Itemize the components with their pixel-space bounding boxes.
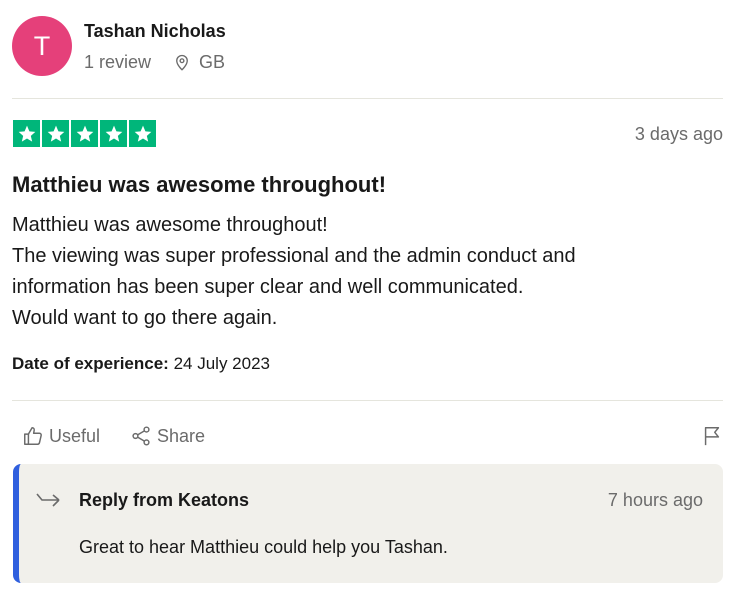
- share-label: Share: [157, 425, 206, 446]
- star-icon: [129, 120, 156, 147]
- reviewer-info: Tashan Nicholas 1 review GB: [84, 19, 226, 73]
- share-icon: [132, 426, 150, 446]
- reviewer-header: T Tashan Nicholas 1 review GB: [12, 16, 226, 76]
- report-button[interactable]: [701, 424, 723, 453]
- date-of-experience: Date of experience: 24 July 2023: [12, 354, 270, 374]
- divider: [12, 400, 723, 401]
- useful-button[interactable]: Useful: [22, 425, 100, 447]
- date-of-experience-value: 24 July 2023: [173, 354, 270, 373]
- thumbs-up-icon: [24, 427, 42, 445]
- reviewer-meta: 1 review GB: [84, 52, 226, 73]
- review-body-line: Would want to go there again.: [12, 307, 278, 329]
- reply-text: Great to hear Matthieu could help you Ta…: [79, 537, 448, 557]
- review-body-line: The viewing was super professional and t…: [12, 245, 576, 267]
- reviewer-name[interactable]: Tashan Nicholas: [84, 21, 226, 42]
- review-actions: Useful Share: [22, 425, 205, 447]
- reply-title: Reply from Keatons: [79, 490, 250, 510]
- star-icon: [42, 120, 69, 147]
- star-icon: [100, 120, 127, 147]
- review-count: 1 review: [84, 52, 152, 72]
- review-body-line: information has been super clear and wel…: [12, 276, 524, 298]
- reviewer-country: GB: [199, 52, 226, 72]
- share-button[interactable]: Share: [130, 425, 205, 447]
- review-body: Matthieu was awesome throughout! The vie…: [12, 210, 712, 334]
- date-of-experience-label: Date of experience:: [12, 354, 169, 373]
- flag-icon: [704, 427, 720, 446]
- star-rating: [13, 120, 156, 147]
- reply-time: 7 hours ago: [607, 490, 703, 510]
- divider: [12, 98, 723, 99]
- star-icon: [71, 120, 98, 147]
- useful-label: Useful: [49, 425, 101, 446]
- avatar[interactable]: T: [12, 16, 72, 76]
- review-title[interactable]: Matthieu was awesome throughout!: [12, 172, 386, 198]
- reply-arrow-icon: [36, 493, 60, 507]
- review-body-line: Matthieu was awesome throughout!: [12, 214, 328, 236]
- star-icon: [13, 120, 40, 147]
- review-time: 3 days ago: [634, 124, 723, 144]
- location-pin-icon: [176, 54, 188, 71]
- company-reply: Reply from Keatons 7 hours ago Great to …: [13, 464, 723, 583]
